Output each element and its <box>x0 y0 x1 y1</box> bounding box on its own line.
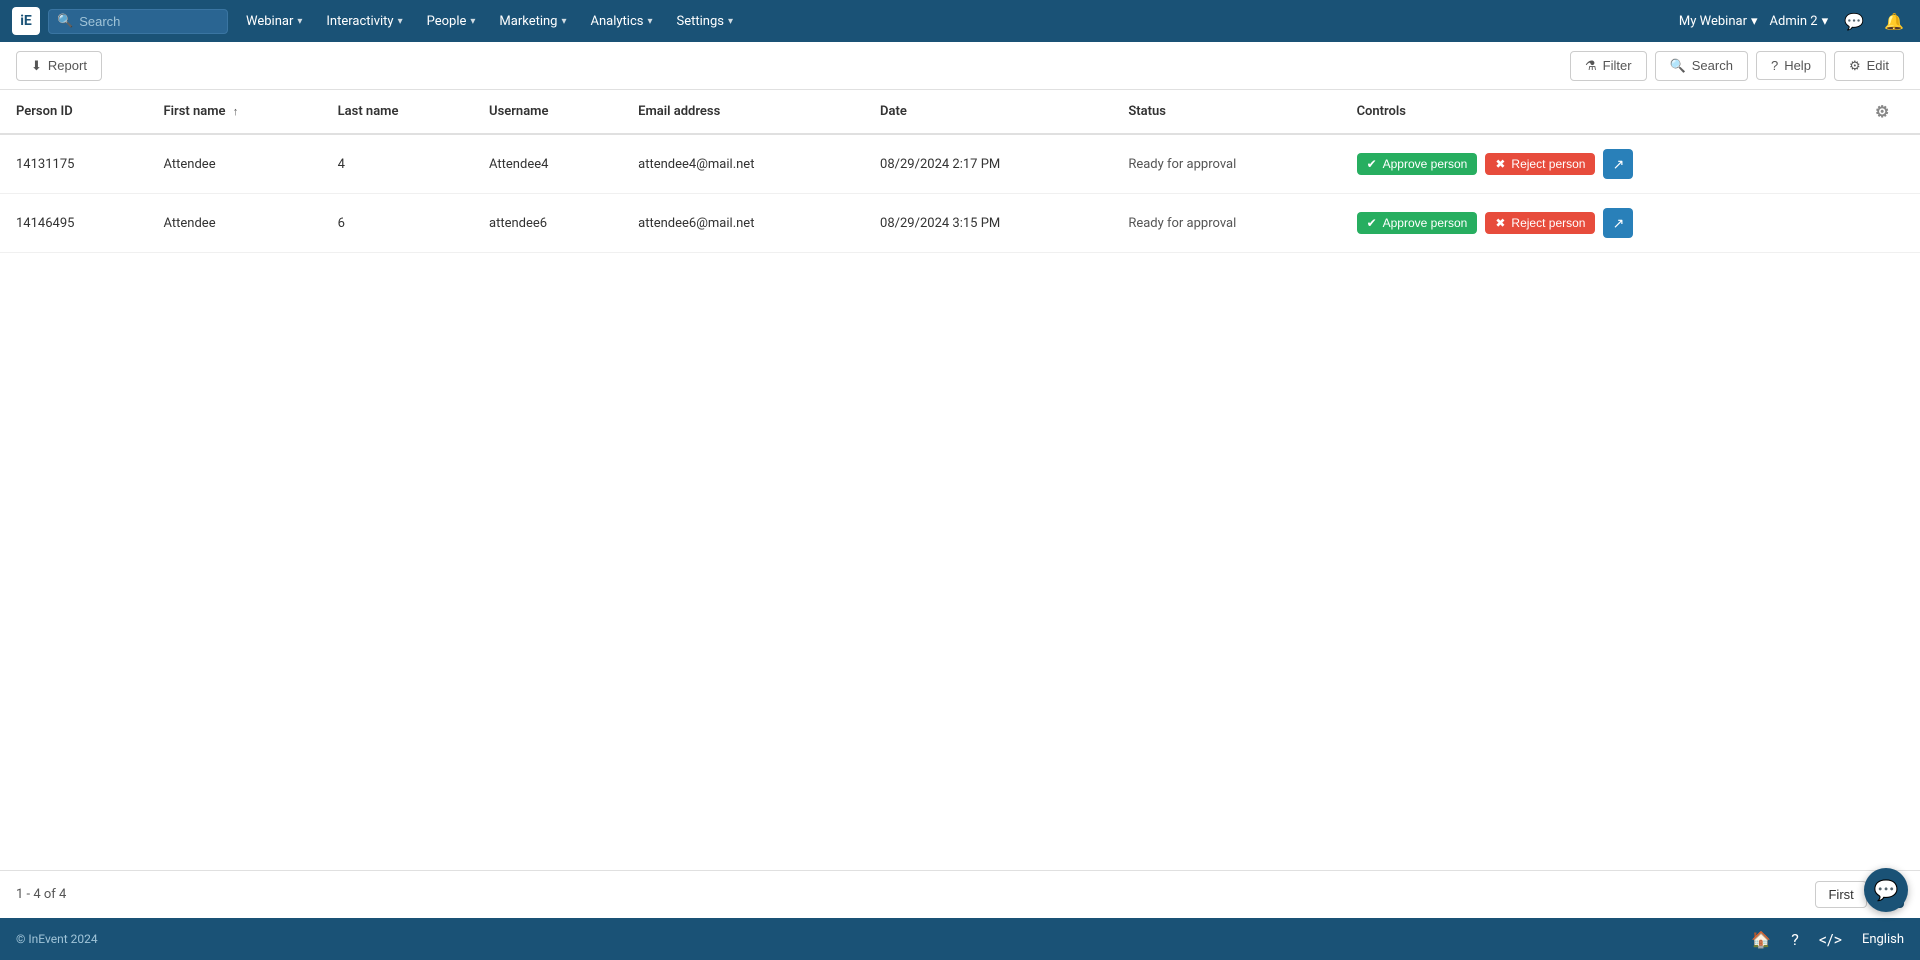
cell-first-name: Attendee <box>148 134 322 194</box>
col-last-name: Last name <box>322 90 473 134</box>
logo[interactable]: iE <box>12 7 40 35</box>
cell-controls: ✔ Approve person ✖ Reject person ↗ <box>1341 134 1845 194</box>
nav-menu: Webinar ▾ Interactivity ▾ People ▾ Marke… <box>236 8 1671 35</box>
check-icon: ✔ <box>1367 157 1377 171</box>
cell-empty <box>1844 194 1920 253</box>
people-table: Person ID First name ↑ Last name Usernam… <box>0 90 1920 253</box>
chat-support-button[interactable]: 💬 <box>1864 868 1908 912</box>
search-icon: 🔍 <box>1670 58 1686 74</box>
table-row: 14131175 Attendee 4 Attendee4 attendee4@… <box>0 134 1920 194</box>
cell-last-name: 6 <box>322 194 473 253</box>
report-button[interactable]: ⬇ Report <box>16 51 102 81</box>
cell-date: 08/29/2024 3:15 PM <box>864 194 1112 253</box>
nav-item-people[interactable]: People ▾ <box>417 8 486 35</box>
footer-icons: 🏠 ? </> English <box>1751 930 1904 949</box>
cell-date: 08/29/2024 2:17 PM <box>864 134 1112 194</box>
cell-email: attendee4@mail.net <box>622 134 864 194</box>
col-username: Username <box>473 90 622 134</box>
user-x-icon: ✖ <box>1495 216 1505 230</box>
cell-first-name: Attendee <box>148 194 322 253</box>
table-header-row: Person ID First name ↑ Last name Usernam… <box>0 90 1920 134</box>
toolbar-left: ⬇ Report <box>16 51 102 81</box>
search-icon: 🔍 <box>57 14 73 29</box>
chevron-down-icon: ▾ <box>297 16 302 27</box>
cell-status: Ready for approval <box>1112 134 1340 194</box>
chat-icon[interactable]: 💬 <box>1840 8 1868 35</box>
approve-person-button[interactable]: ✔ Approve person <box>1357 153 1478 175</box>
user-x-icon: ✖ <box>1495 157 1505 171</box>
help-button[interactable]: ? Help <box>1756 51 1826 80</box>
logo-text: iE <box>20 13 32 29</box>
chevron-down-icon: ▾ <box>728 16 733 27</box>
sort-icon: ↑ <box>233 105 239 118</box>
copyright-text: © InEvent 2024 <box>16 932 98 946</box>
filter-icon: ⚗ <box>1585 58 1597 74</box>
chat-icon: 💬 <box>1874 878 1899 902</box>
col-first-name[interactable]: First name ↑ <box>148 90 322 134</box>
nav-item-webinar[interactable]: Webinar ▾ <box>236 8 312 35</box>
search-input[interactable] <box>79 14 219 29</box>
top-navigation: iE 🔍 Webinar ▾ Interactivity ▾ People ▾ … <box>0 0 1920 42</box>
cell-controls: ✔ Approve person ✖ Reject person ↗ <box>1341 194 1845 253</box>
approve-person-button[interactable]: ✔ Approve person <box>1357 212 1478 234</box>
report-icon: ⬇ <box>31 58 42 74</box>
chevron-down-icon: ▾ <box>398 16 403 27</box>
question-icon[interactable]: ? <box>1791 930 1799 949</box>
chevron-down-icon: ▾ <box>1751 14 1758 29</box>
chevron-down-icon: ▾ <box>561 16 566 27</box>
cell-person-id: 14131175 <box>0 134 148 194</box>
bell-icon[interactable]: 🔔 <box>1880 8 1908 35</box>
bottom-footer: © InEvent 2024 🏠 ? </> English <box>0 918 1920 960</box>
filter-button[interactable]: ⚗ Filter <box>1570 51 1647 81</box>
cell-email: attendee6@mail.net <box>622 194 864 253</box>
my-webinar-selector[interactable]: My Webinar ▾ <box>1679 14 1758 29</box>
nav-item-interactivity[interactable]: Interactivity ▾ <box>316 8 412 35</box>
col-email: Email address <box>622 90 864 134</box>
search-box[interactable]: 🔍 <box>48 9 228 34</box>
table-body: 14131175 Attendee 4 Attendee4 attendee4@… <box>0 134 1920 253</box>
chevron-down-icon: ▾ <box>1822 14 1829 29</box>
col-status: Status <box>1112 90 1340 134</box>
cell-empty <box>1844 134 1920 194</box>
open-record-button[interactable]: ↗ <box>1603 149 1633 179</box>
table-container: Person ID First name ↑ Last name Usernam… <box>0 90 1920 870</box>
col-settings[interactable]: ⚙ <box>1844 90 1920 134</box>
nav-right: My Webinar ▾ Admin 2 ▾ 💬 🔔 <box>1679 8 1908 35</box>
table-row: 14146495 Attendee 6 attendee6 attendee6@… <box>0 194 1920 253</box>
toolbar-right: ⚗ Filter 🔍 Search ? Help ⚙ Edit <box>1570 51 1904 81</box>
pagination-info: 1 - 4 of 4 <box>16 887 66 902</box>
cell-last-name: 4 <box>322 134 473 194</box>
admin-selector[interactable]: Admin 2 ▾ <box>1770 14 1829 29</box>
nav-item-analytics[interactable]: Analytics ▾ <box>581 8 663 35</box>
home-icon[interactable]: 🏠 <box>1751 930 1771 949</box>
reject-person-button[interactable]: ✖ Reject person <box>1485 212 1595 234</box>
external-link-icon: ↗ <box>1613 156 1625 173</box>
open-record-button[interactable]: ↗ <box>1603 208 1633 238</box>
col-person-id: Person ID <box>0 90 148 134</box>
nav-item-settings[interactable]: Settings ▾ <box>667 8 744 35</box>
check-icon: ✔ <box>1367 216 1377 230</box>
cell-status: Ready for approval <box>1112 194 1340 253</box>
chevron-down-icon: ▾ <box>648 16 653 27</box>
col-date: Date <box>864 90 1112 134</box>
cell-person-id: 14146495 <box>0 194 148 253</box>
external-link-icon: ↗ <box>1613 215 1625 232</box>
language-selector[interactable]: English <box>1862 932 1904 947</box>
chevron-down-icon: ▾ <box>470 16 475 27</box>
reject-person-button[interactable]: ✖ Reject person <box>1485 153 1595 175</box>
col-controls: Controls <box>1341 90 1845 134</box>
edit-button[interactable]: ⚙ Edit <box>1834 51 1904 81</box>
pagination-bar: 1 - 4 of 4 First 1 <box>0 870 1920 918</box>
nav-item-marketing[interactable]: Marketing ▾ <box>489 8 576 35</box>
edit-icon: ⚙ <box>1849 58 1861 74</box>
code-icon[interactable]: </> <box>1819 930 1842 949</box>
cell-username: attendee6 <box>473 194 622 253</box>
help-icon: ? <box>1771 58 1778 73</box>
first-page-button[interactable]: First <box>1815 881 1866 908</box>
gear-icon[interactable]: ⚙ <box>1875 102 1889 121</box>
toolbar: ⬇ Report ⚗ Filter 🔍 Search ? Help ⚙ Edit <box>0 42 1920 90</box>
search-button[interactable]: 🔍 Search <box>1655 51 1748 81</box>
cell-username: Attendee4 <box>473 134 622 194</box>
